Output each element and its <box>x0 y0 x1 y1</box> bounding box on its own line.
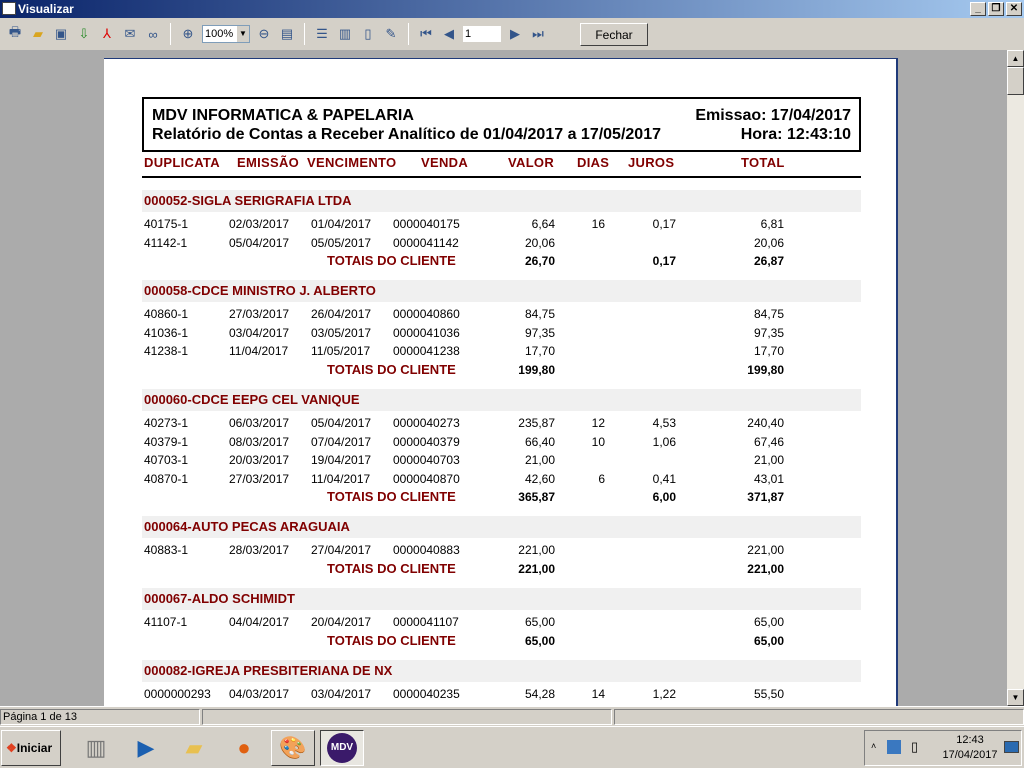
toolbar: 🖶 ▰ ▣ ⇩ ⅄ ✉ ∞ ⊕ 100%▼ ⊖ ▤ ☰ ▥ ▯ ✎ ⏮ ◀ ▶ … <box>0 19 1024 49</box>
report-page <box>104 58 898 706</box>
page-number-input[interactable] <box>463 26 501 42</box>
vertical-scrollbar[interactable]: ▲ ▼ <box>1007 50 1024 706</box>
next-page-icon[interactable]: ▶ <box>506 25 524 43</box>
chevron-up-icon[interactable]: ˄ <box>871 741 876 751</box>
export-icon[interactable]: ⇩ <box>75 25 93 43</box>
pdf-icon[interactable]: ⅄ <box>98 25 116 43</box>
paint-icon[interactable]: 🎨 <box>271 730 315 766</box>
mdv-logo: MDV <box>327 733 357 763</box>
title-bar: Visualizar _ ❐ ✕ <box>0 0 1024 18</box>
show-desktop-icon[interactable] <box>1004 741 1019 753</box>
start-button[interactable]: ❖Iniciar <box>1 730 61 766</box>
start-label: Iniciar <box>16 741 53 755</box>
prev-page-icon[interactable]: ◀ <box>440 25 458 43</box>
zoom-out-icon[interactable]: ⊖ <box>255 25 273 43</box>
network-icon[interactable]: ▯ <box>911 739 918 755</box>
chevron-down-icon[interactable]: ▼ <box>237 26 249 42</box>
zoom-value: 100% <box>205 28 234 40</box>
firefox-icon[interactable]: ● <box>222 730 266 766</box>
save-icon[interactable]: ▣ <box>52 25 70 43</box>
windows-logo-icon: ❖ <box>6 741 17 755</box>
taskbar: ❖Iniciar ▥ ▶ ▰ ● 🎨 MDV ˄ ▯ 12:43 17/04/20… <box>0 726 1024 768</box>
first-page-icon[interactable]: ⏮ <box>417 25 435 43</box>
minimize-button[interactable]: _ <box>970 2 986 16</box>
open-folder-icon[interactable]: ▰ <box>29 25 47 43</box>
scroll-up-button[interactable]: ▲ <box>1007 50 1024 67</box>
clock[interactable]: 12:43 17/04/2017 <box>940 733 1000 763</box>
page-width-icon[interactable]: ▤ <box>278 25 296 43</box>
status-bar: Página 1 de 13 <box>0 706 1024 725</box>
printer-icon[interactable]: 🖶 <box>6 24 24 43</box>
edit-icon[interactable]: ✎ <box>382 25 400 43</box>
report-viewer <box>0 50 1007 706</box>
scroll-down-button[interactable]: ▼ <box>1007 689 1024 706</box>
page-info: Página 1 de 13 <box>0 709 200 725</box>
find-icon[interactable]: ∞ <box>144 25 162 43</box>
close-button[interactable]: ✕ <box>1006 2 1022 16</box>
zoom-select[interactable]: 100% ▼ <box>202 25 250 43</box>
scroll-thumb[interactable] <box>1007 67 1024 95</box>
close-preview-button[interactable]: Fechar <box>580 23 648 46</box>
book-icon[interactable]: ▯ <box>359 25 377 43</box>
last-page-icon[interactable]: ⏭ <box>529 25 547 43</box>
email-attach-icon[interactable]: ✉ <box>121 25 139 43</box>
clock-time: 12:43 <box>956 734 984 746</box>
explorer-icon[interactable]: ▰ <box>172 730 216 766</box>
zoom-in-icon[interactable]: ⊕ <box>179 25 197 43</box>
maximize-button[interactable]: ❐ <box>988 2 1004 16</box>
app-icon <box>2 2 16 15</box>
status-panel-2 <box>202 709 612 725</box>
mdv-app-icon[interactable]: MDV <box>320 730 364 766</box>
window-title: Visualizar <box>18 2 74 16</box>
tray-app-icon[interactable] <box>887 740 901 754</box>
clock-date: 17/04/2017 <box>942 749 998 761</box>
server-manager-icon[interactable]: ▥ <box>74 730 118 766</box>
multi-page-icon[interactable]: ▥ <box>336 25 354 43</box>
status-panel-3 <box>614 709 1024 725</box>
powershell-icon[interactable]: ▶ <box>124 730 168 766</box>
one-page-icon[interactable]: ☰ <box>313 25 331 43</box>
